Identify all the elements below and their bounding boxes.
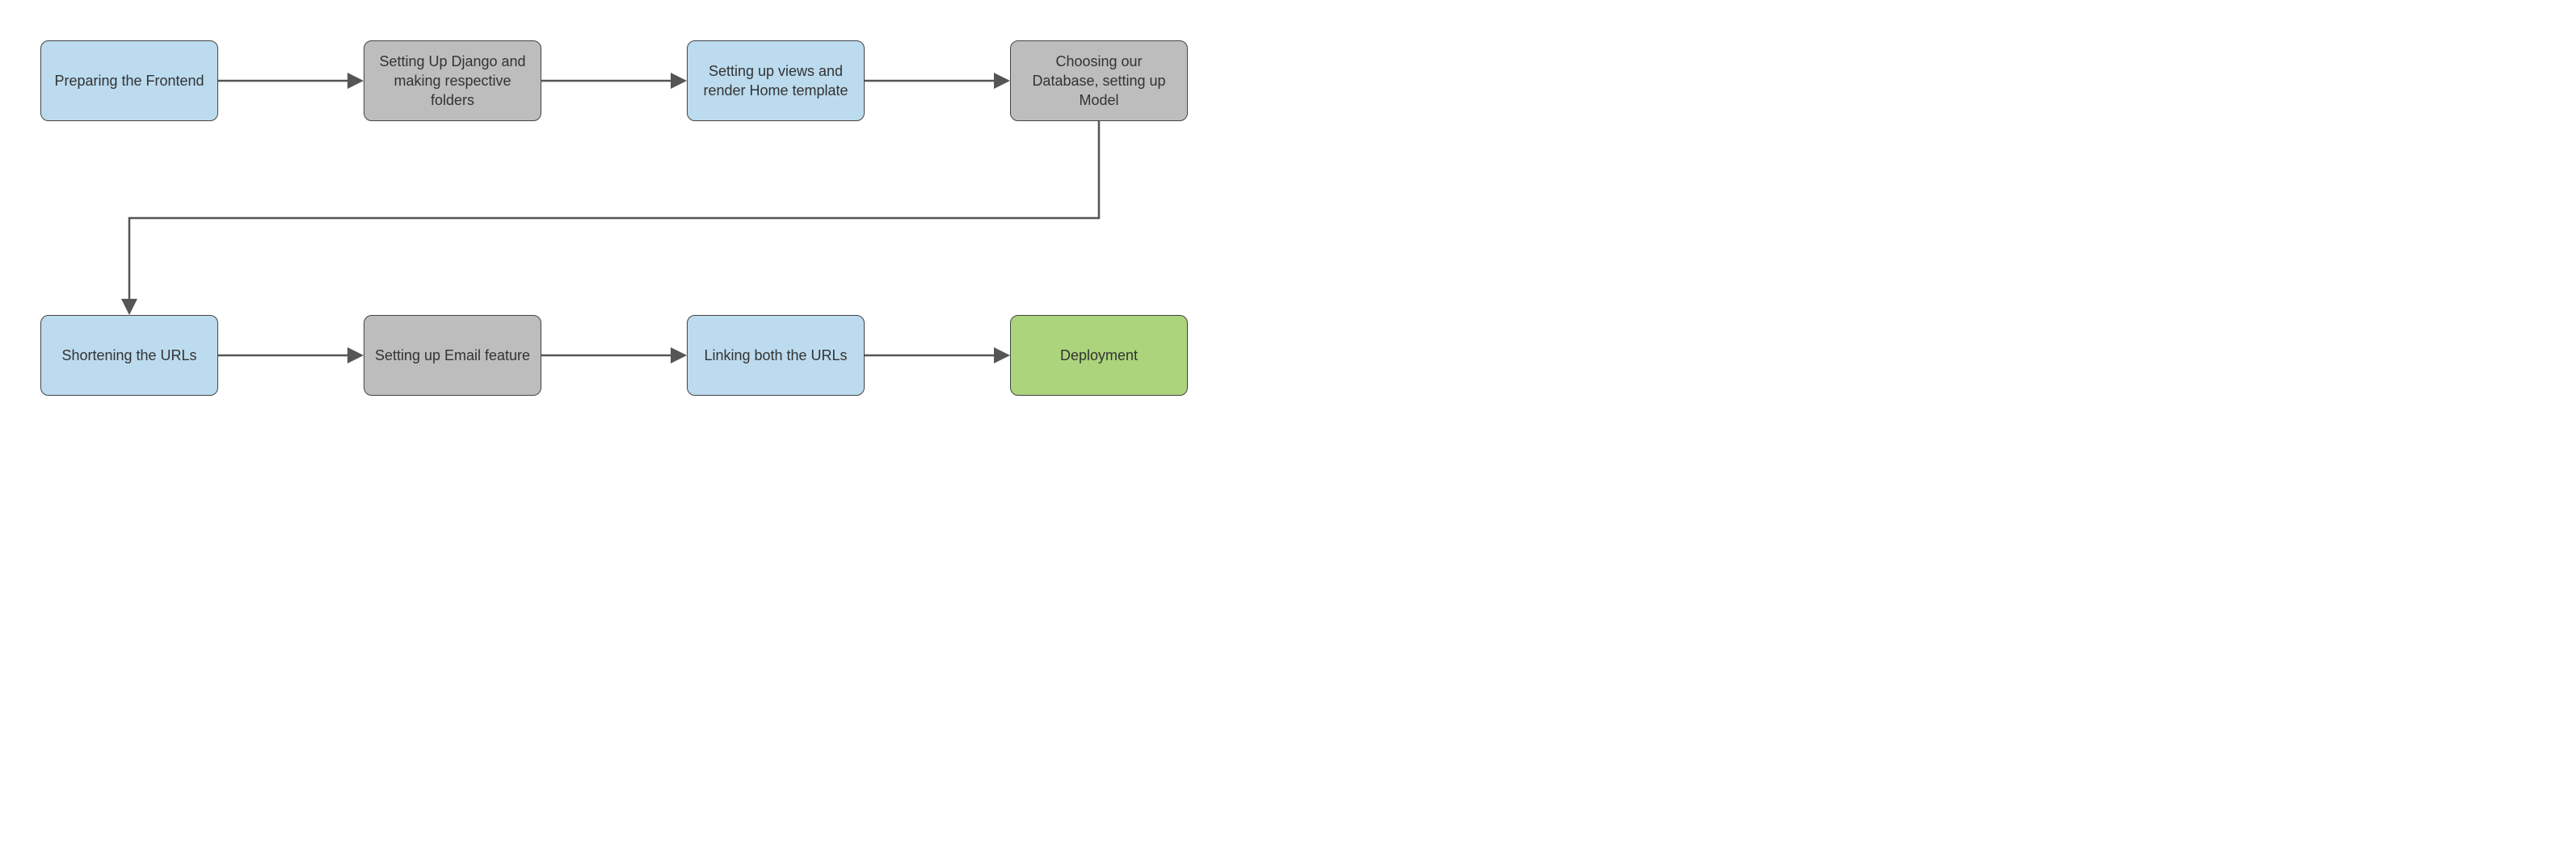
node-label: Preparing the Frontend (54, 71, 204, 90)
node-label: Setting up views and render Home templat… (697, 61, 854, 101)
node-label: Shortening the URLs (61, 346, 196, 365)
node-shorten-urls: Shortening the URLs (40, 315, 218, 396)
node-label: Setting Up Django and making respective … (374, 52, 531, 111)
node-deployment: Deployment (1010, 315, 1188, 396)
edge-n4-n5 (129, 121, 1099, 313)
node-label: Deployment (1060, 346, 1138, 365)
node-prepare-frontend: Preparing the Frontend (40, 40, 218, 121)
flowchart-diagram: Preparing the Frontend Setting Up Django… (24, 24, 1269, 428)
node-link-urls: Linking both the URLs (687, 315, 865, 396)
node-setup-django: Setting Up Django and making respective … (364, 40, 541, 121)
node-label: Setting up Email feature (375, 346, 530, 365)
node-label: Linking both the URLs (704, 346, 847, 365)
node-setup-views: Setting up views and render Home templat… (687, 40, 865, 121)
node-label: Choosing our Database, setting up Model (1021, 52, 1177, 111)
node-choose-database: Choosing our Database, setting up Model (1010, 40, 1188, 121)
node-email-feature: Setting up Email feature (364, 315, 541, 396)
